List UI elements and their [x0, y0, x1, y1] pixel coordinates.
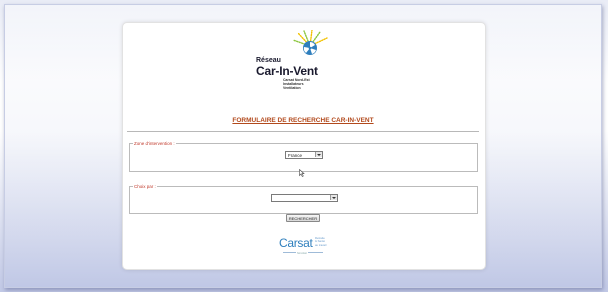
logo-subtitle: Carsat Nord-Est Installateurs Ventilatio…: [283, 78, 310, 91]
mouse-cursor-icon: [299, 169, 305, 177]
zone-select-value: France: [288, 153, 303, 158]
zone-select[interactable]: France: [285, 151, 323, 159]
zone-intervention-legend: Zone d'intervention :: [134, 141, 175, 146]
search-button[interactable]: RECHERCHER: [286, 214, 320, 222]
carsat-subtitle-line: au travail: [315, 242, 327, 247]
fan-icon: [292, 30, 328, 55]
chevron-down-icon[interactable]: [330, 195, 337, 200]
carsat-logo-subtitle: Retraite & Santé au travail: [315, 236, 327, 247]
carsat-logo-text: Carsat: [279, 236, 313, 250]
logo-reseau-text: Réseau: [256, 57, 281, 64]
divider: [127, 131, 479, 132]
logo-name-text: Car-In-Vent: [256, 64, 318, 78]
carsat-logo-tag: Nord-Est: [296, 252, 308, 255]
form-title: FORMULAIRE DE RECHERCHE CAR-IN-VENT: [232, 117, 374, 124]
choix-par-select[interactable]: [271, 194, 338, 202]
chevron-down-icon[interactable]: [315, 152, 322, 157]
logo-subtitle-line: Ventilation: [283, 86, 301, 91]
choix-par-legend: Choix par :: [134, 184, 156, 189]
